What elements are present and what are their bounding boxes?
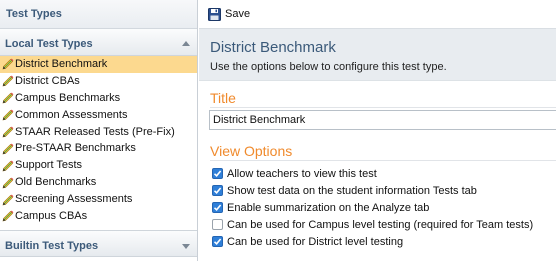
- page-title: District Benchmark: [210, 39, 336, 56]
- page-description: Use the options below to configure this …: [210, 61, 447, 73]
- test-type-item[interactable]: STAAR Released Tests (Pre-Fix): [0, 124, 197, 141]
- pencil-icon: [2, 75, 14, 87]
- view-options-heading: View Options: [210, 143, 556, 161]
- option-checkbox[interactable]: [212, 202, 223, 213]
- test-type-label: Screening Assessments: [15, 193, 133, 206]
- test-type-item[interactable]: Old Benchmarks: [0, 174, 197, 191]
- view-option: Can be used for District level testing: [212, 233, 533, 250]
- test-type-label: District CBAs: [15, 74, 80, 87]
- option-checkbox[interactable]: [212, 219, 223, 230]
- view-option: Show test data on the student informatio…: [212, 182, 533, 199]
- expand-caret-icon[interactable]: [182, 244, 190, 249]
- save-disk-icon: [208, 7, 221, 21]
- view-option: Enable summarization on the Analyze tab: [212, 199, 533, 216]
- configuration-panel: Save District Benchmark Use the options …: [199, 0, 556, 261]
- test-type-label: District Benchmark: [15, 58, 108, 70]
- pencil-icon: [2, 126, 14, 138]
- checkmark-icon: [213, 170, 222, 177]
- test-type-item[interactable]: Campus Benchmarks: [0, 90, 197, 107]
- panel-title: Test Types: [0, 0, 197, 29]
- pencil-icon: [2, 194, 14, 205]
- checkmark-icon: [213, 204, 222, 211]
- option-label[interactable]: Can be used for District level testing: [227, 236, 403, 248]
- pencil-icon: [2, 143, 14, 155]
- test-type-item[interactable]: Campus CBAs: [0, 208, 197, 225]
- test-type-label: Common Assessments: [15, 108, 128, 121]
- checkmark-icon: [213, 187, 222, 194]
- view-option: Allow teachers to view this test: [212, 165, 533, 182]
- option-checkbox[interactable]: [212, 236, 223, 247]
- title-input[interactable]: [209, 110, 556, 130]
- builtin-test-types-header[interactable]: Builtin Test Types: [0, 230, 197, 257]
- test-types-panel: Test Types Local Test Types District Ben…: [0, 0, 198, 261]
- title-section: Title: [199, 90, 556, 108]
- test-type-label: Pre-STAAR Benchmarks: [15, 142, 136, 155]
- group-label: Local Test Types: [5, 38, 93, 50]
- test-type-label: Campus Benchmarks: [15, 91, 121, 104]
- option-label[interactable]: Can be used for Campus level testing (re…: [227, 219, 533, 231]
- test-type-item[interactable]: Screening Assessments: [0, 191, 197, 208]
- test-type-item[interactable]: District Benchmark: [0, 56, 197, 73]
- test-type-label: Support Tests: [15, 159, 83, 172]
- test-type-list: District Benchmark District CBAs Campus Be…: [0, 56, 197, 225]
- local-test-types-header[interactable]: Local Test Types: [0, 29, 197, 56]
- option-label[interactable]: Allow teachers to view this test: [227, 168, 377, 180]
- test-type-label: Campus CBAs: [15, 210, 88, 223]
- checkmark-icon: [213, 238, 222, 245]
- group-label: Builtin Test Types: [5, 240, 99, 252]
- title-heading: Title: [210, 90, 556, 108]
- save-button[interactable]: Save: [208, 7, 251, 21]
- view-options-section: View Options: [199, 143, 556, 161]
- view-option: Can be used for Campus level testing (re…: [212, 216, 533, 233]
- view-options-list: Allow teachers to view this test Show tes…: [212, 165, 533, 250]
- pencil-icon: [2, 59, 14, 70]
- pencil-icon: [2, 160, 14, 172]
- test-type-item[interactable]: Common Assessments: [0, 107, 197, 124]
- pencil-icon: [2, 109, 14, 121]
- page-header: District Benchmark Use the options below…: [199, 29, 556, 81]
- option-checkbox[interactable]: [212, 168, 223, 179]
- option-label[interactable]: Show test data on the student informatio…: [227, 185, 477, 197]
- collapse-caret-icon[interactable]: [182, 41, 190, 46]
- test-type-item[interactable]: District CBAs: [0, 73, 197, 90]
- pencil-icon: [2, 211, 14, 222]
- pencil-icon: [2, 177, 14, 189]
- option-label[interactable]: Enable summarization on the Analyze tab: [227, 202, 429, 214]
- toolbar: Save: [199, 0, 556, 29]
- test-type-label: Old Benchmarks: [15, 176, 97, 189]
- test-type-item[interactable]: Support Tests: [0, 157, 197, 174]
- pencil-icon: [2, 92, 14, 104]
- option-checkbox[interactable]: [212, 185, 223, 196]
- test-type-item[interactable]: Pre-STAAR Benchmarks: [0, 140, 197, 157]
- save-label: Save: [225, 8, 251, 20]
- test-type-label: STAAR Released Tests (Pre-Fix): [15, 125, 175, 138]
